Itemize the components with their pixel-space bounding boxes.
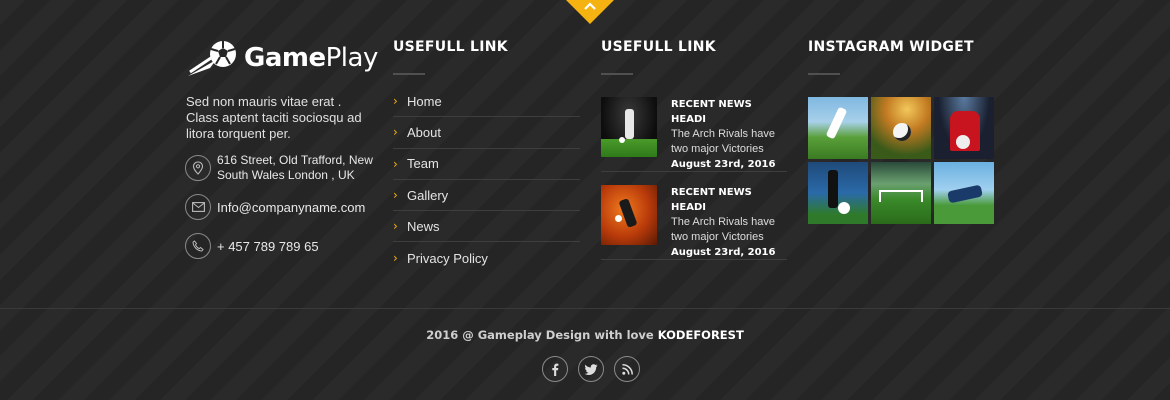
facebook-icon xyxy=(552,363,559,376)
chevron-up-icon xyxy=(584,2,596,10)
twitter-button[interactable] xyxy=(578,356,604,382)
link-team[interactable]: › Team xyxy=(393,149,580,180)
instagram-grid xyxy=(808,97,994,224)
news-item[interactable]: RECENT NEWS HEADI The Arch Rivals have t… xyxy=(601,185,787,260)
chevron-right-icon: › xyxy=(393,125,398,140)
news-desc-line: two major Victories xyxy=(671,231,764,243)
links-heading: USEFULL LINK xyxy=(393,39,508,55)
news-thumbnail[interactable] xyxy=(601,185,657,245)
logo-text-bold: Game xyxy=(244,43,326,73)
news-item[interactable]: RECENT NEWS HEADI The Arch Rivals have t… xyxy=(601,97,787,172)
copyright-brand-link[interactable]: KODEFOREST xyxy=(658,328,744,342)
about-text: Sed non mauris vitae erat . Class aptent… xyxy=(186,94,362,141)
chevron-right-icon: › xyxy=(393,188,398,203)
phone-number: + 457 789 789 65 xyxy=(217,238,319,254)
instagram-photo[interactable] xyxy=(934,162,994,224)
news-heading-underline xyxy=(601,73,633,75)
link-news[interactable]: › News xyxy=(393,211,580,243)
news-date: August 23rd, 2016 xyxy=(671,247,776,258)
instagram-heading: INSTAGRAM WIDGET xyxy=(808,39,974,55)
news-divider xyxy=(601,259,787,260)
news-desc-line: two major Victories xyxy=(671,143,764,155)
instagram-photo[interactable] xyxy=(871,97,931,159)
chevron-right-icon: › xyxy=(393,251,398,266)
logo-text-light: Play xyxy=(325,43,379,73)
rss-icon xyxy=(621,363,633,375)
social-links xyxy=(542,356,640,382)
link-privacy-policy[interactable]: › Privacy Policy xyxy=(393,242,580,273)
email-link[interactable]: Info@companyname.com xyxy=(217,200,365,215)
instagram-photo[interactable] xyxy=(808,162,868,224)
news-desc-line: The Arch Rivals have xyxy=(671,216,775,228)
chevron-right-icon: › xyxy=(393,156,398,171)
instagram-heading-underline xyxy=(808,73,840,75)
instagram-photo[interactable] xyxy=(871,162,931,224)
chevron-right-icon: › xyxy=(393,219,398,234)
copyright: 2016 @ Gameplay Design with love KODEFOR… xyxy=(0,328,1170,342)
link-about[interactable]: › About xyxy=(393,117,580,149)
rss-button[interactable] xyxy=(614,356,640,382)
contact-email[interactable]: Info@companyname.com xyxy=(185,194,365,220)
soccer-ball-logo-icon xyxy=(188,41,236,76)
footer-main: GamePlay Sed non mauris vitae erat . Cla… xyxy=(0,0,1170,308)
location-icon xyxy=(185,155,211,181)
address-line-2: South Wales London , UK xyxy=(217,168,355,182)
twitter-icon xyxy=(584,363,597,375)
news-title[interactable]: RECENT NEWS HEADI xyxy=(671,97,787,127)
logo[interactable]: GamePlay xyxy=(186,38,378,78)
news-heading: USEFULL LINK xyxy=(601,39,716,55)
news-divider xyxy=(601,171,787,172)
news-thumbnail[interactable] xyxy=(601,97,657,157)
news-title[interactable]: RECENT NEWS HEADI xyxy=(671,185,787,215)
scroll-to-top-button[interactable] xyxy=(566,0,614,24)
useful-links-list: › Home › About › Team › Gallery › News › Priva… xyxy=(393,86,580,274)
contact-phone: + 457 789 789 65 xyxy=(185,233,319,259)
news-date: August 23rd, 2016 xyxy=(671,159,776,170)
chevron-right-icon: › xyxy=(393,94,398,109)
phone-icon xyxy=(185,233,211,259)
footer-divider xyxy=(0,308,1170,309)
address-line-1: 616 Street, Old Trafford, New xyxy=(217,153,373,167)
instagram-photo[interactable] xyxy=(808,97,868,159)
link-gallery[interactable]: › Gallery xyxy=(393,180,580,212)
link-home[interactable]: › Home xyxy=(393,86,580,118)
instagram-photo[interactable] xyxy=(934,97,994,159)
links-heading-underline xyxy=(393,73,425,75)
mail-icon xyxy=(185,194,211,220)
contact-address: 616 Street, Old Trafford, New South Wale… xyxy=(185,153,373,183)
copyright-text: 2016 @ Gameplay Design with love xyxy=(426,328,654,342)
facebook-button[interactable] xyxy=(542,356,568,382)
news-desc-line: The Arch Rivals have xyxy=(671,128,775,140)
